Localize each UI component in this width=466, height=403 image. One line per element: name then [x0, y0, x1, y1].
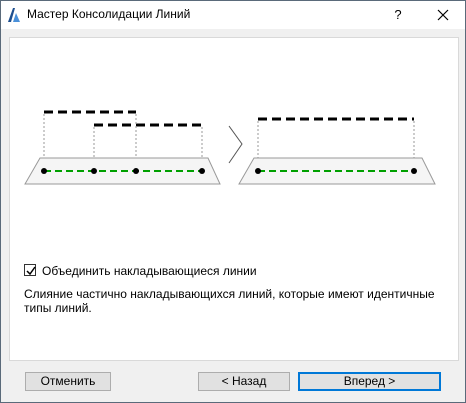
wizard-panel: Объединить накладывающиеся линии Слияние…: [9, 37, 459, 361]
help-button[interactable]: ?: [383, 1, 413, 29]
option-description: Слияние частично накладывающихся линий, …: [24, 287, 435, 315]
cancel-button[interactable]: Отменить: [25, 372, 111, 391]
next-button[interactable]: Вперед >: [298, 372, 441, 391]
checkmark-icon: [26, 266, 36, 276]
close-button[interactable]: [428, 1, 458, 29]
merge-overlapping-checkbox[interactable]: [24, 264, 36, 276]
dialog-window: Мастер Консолидации Линий ? Объединить н…: [0, 0, 466, 403]
close-icon: [437, 9, 449, 21]
consolidation-illustration: [24, 110, 436, 185]
title-bar: Мастер Консолидации Линий ?: [1, 1, 465, 29]
back-button[interactable]: < Назад: [198, 372, 290, 391]
window-title: Мастер Консолидации Линий: [27, 7, 191, 21]
arrow-chevron: [228, 125, 243, 164]
before-diagram: [24, 110, 221, 185]
merge-overlapping-label[interactable]: Объединить накладывающиеся линии: [42, 264, 257, 278]
app-icon: [6, 7, 22, 23]
after-diagram: [238, 117, 436, 185]
